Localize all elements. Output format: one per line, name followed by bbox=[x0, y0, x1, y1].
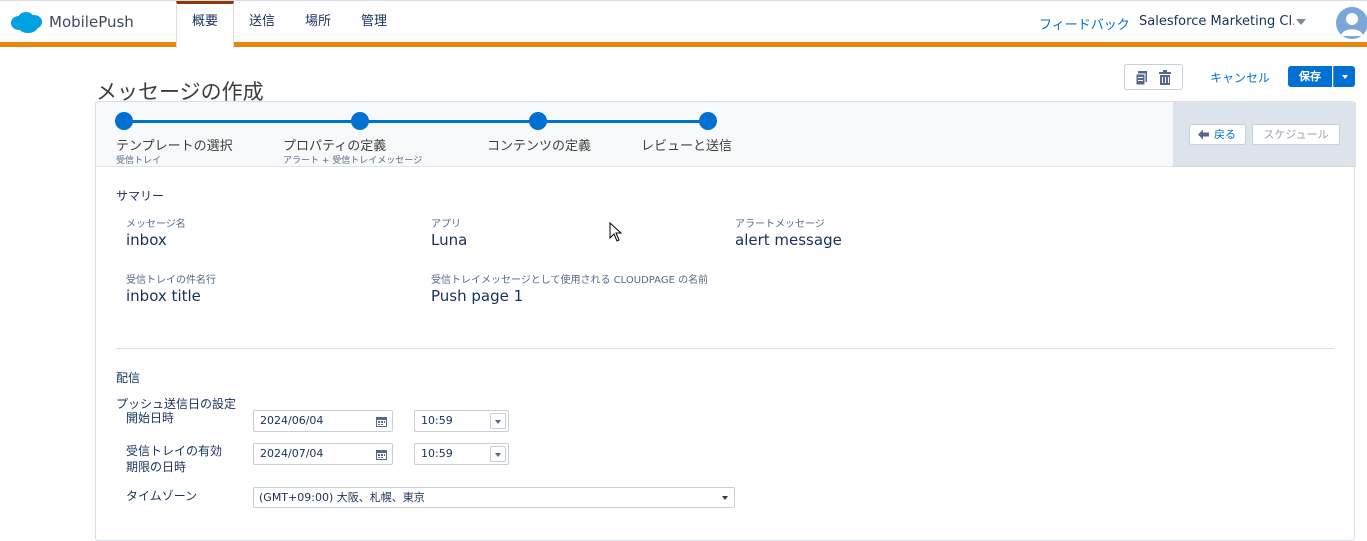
expiry-date-value: 2024/07/04 bbox=[260, 447, 324, 460]
cloudpage-name-label: 受信トレイメッセージとして使用される CLOUDPAGE の名前 bbox=[431, 275, 709, 286]
cloudpage-name-value: Push page 1 bbox=[431, 287, 524, 305]
nav-tab-location[interactable]: 場所 bbox=[296, 1, 340, 44]
app-value: Luna bbox=[431, 231, 468, 249]
message-name-label: メッセージ名 bbox=[126, 219, 186, 230]
app-name: MobilePush bbox=[49, 13, 134, 31]
alert-message-value: alert message bbox=[735, 231, 842, 249]
progress-stepper: テンプレートの選択 受信トレイ プロパティの定義 アラート + 受信トレイメッセ… bbox=[96, 102, 1173, 167]
start-time-input[interactable]: 10:59 bbox=[414, 410, 509, 432]
step-sub-template: 受信トレイ bbox=[116, 156, 162, 166]
chevron-down-icon bbox=[722, 496, 728, 500]
feedback-link[interactable]: フィードバック bbox=[1039, 14, 1130, 33]
schedule-button[interactable]: スケジュール bbox=[1252, 124, 1340, 145]
message-wizard-card: テンプレートの選択 受信トレイ プロパティの定義 アラート + 受信トレイメッセ… bbox=[95, 101, 1356, 541]
trash-icon[interactable] bbox=[1157, 70, 1173, 86]
chevron-down-icon bbox=[1342, 75, 1348, 79]
chevron-down-icon bbox=[495, 420, 501, 424]
save-button[interactable]: 保存 bbox=[1288, 66, 1332, 87]
start-date-value: 2024/06/04 bbox=[260, 414, 324, 427]
step-dot-properties[interactable] bbox=[351, 112, 369, 130]
start-date-input[interactable]: 2024/06/04 bbox=[253, 410, 393, 432]
delivery-section-title: 配信 bbox=[116, 371, 141, 385]
mouse-cursor-icon bbox=[609, 222, 623, 242]
inbox-subject-label: 受信トレイの件名行 bbox=[126, 275, 216, 286]
time-dropdown-button[interactable] bbox=[490, 446, 506, 462]
chevron-down-icon[interactable] bbox=[1296, 19, 1306, 25]
timezone-select[interactable]: (GMT+09:00) 大阪、札幌、東京 bbox=[253, 487, 735, 508]
step-label-properties[interactable]: プロパティの定義 bbox=[283, 135, 386, 154]
step-dot-content[interactable] bbox=[529, 112, 547, 130]
arrow-left-icon bbox=[1198, 129, 1209, 140]
back-button[interactable]: 戻る bbox=[1189, 124, 1246, 145]
step-dot-review[interactable] bbox=[699, 112, 717, 130]
timezone-label: タイムゾーン bbox=[126, 489, 198, 503]
inbox-expiry-label-2: 期限の日時 bbox=[126, 460, 187, 474]
time-dropdown-button[interactable] bbox=[490, 413, 506, 429]
step-label-template[interactable]: テンプレートの選択 bbox=[116, 135, 233, 154]
wizard-nav-panel: 戻る スケジュール bbox=[1173, 102, 1356, 167]
message-name-value: inbox bbox=[126, 231, 167, 249]
back-label: 戻る bbox=[1214, 128, 1236, 141]
top-navigation-bar: MobilePush 概要 送信 場所 管理 フィードバック Salesforc… bbox=[0, 0, 1367, 48]
calendar-icon[interactable] bbox=[376, 449, 387, 460]
user-icon bbox=[1341, 13, 1363, 36]
inbox-subject-value: inbox title bbox=[126, 287, 201, 305]
save-options-button[interactable] bbox=[1333, 66, 1355, 87]
nav-tab-label: 概要 bbox=[191, 14, 218, 29]
section-divider bbox=[116, 348, 1334, 349]
nav-tab-label: 場所 bbox=[304, 14, 331, 29]
expiry-date-input[interactable]: 2024/07/04 bbox=[253, 443, 393, 465]
stepper-track bbox=[124, 120, 709, 123]
user-avatar[interactable] bbox=[1336, 7, 1367, 39]
step-label-content[interactable]: コンテンツの定義 bbox=[487, 135, 591, 154]
nav-tab-label: 送信 bbox=[248, 14, 275, 29]
expiry-time-value: 10:59 bbox=[421, 447, 453, 460]
calendar-icon[interactable] bbox=[376, 416, 387, 427]
timezone-value: (GMT+09:00) 大阪、札幌、東京 bbox=[259, 491, 425, 504]
salesforce-cloud-logo bbox=[11, 12, 42, 33]
copy-icon[interactable] bbox=[1134, 70, 1150, 86]
action-icon-group bbox=[1124, 64, 1183, 90]
step-label-review[interactable]: レビューと送信 bbox=[641, 135, 732, 154]
step-dot-template[interactable] bbox=[115, 112, 133, 130]
start-datetime-label: 開始日時 bbox=[126, 411, 175, 425]
inbox-expiry-label: 受信トレイの有効 bbox=[126, 444, 223, 458]
nav-tab-send[interactable]: 送信 bbox=[240, 1, 284, 44]
chevron-down-icon bbox=[495, 453, 501, 457]
org-switcher[interactable]: Salesforce Marketing Cl... bbox=[1139, 14, 1294, 29]
summary-section-title: サマリー bbox=[116, 189, 165, 203]
app-label: アプリ bbox=[431, 219, 461, 230]
nav-tab-admin[interactable]: 管理 bbox=[352, 1, 396, 44]
nav-tab-label: 管理 bbox=[360, 14, 387, 29]
expiry-time-input[interactable]: 10:59 bbox=[414, 443, 509, 465]
step-sub-properties: アラート + 受信トレイメッセージ bbox=[283, 156, 423, 166]
start-time-value: 10:59 bbox=[421, 414, 453, 427]
alert-message-label: アラートメッセージ bbox=[735, 219, 825, 230]
cancel-button[interactable]: キャンセル bbox=[1210, 69, 1270, 86]
nav-tab-overview[interactable]: 概要 bbox=[176, 1, 234, 48]
